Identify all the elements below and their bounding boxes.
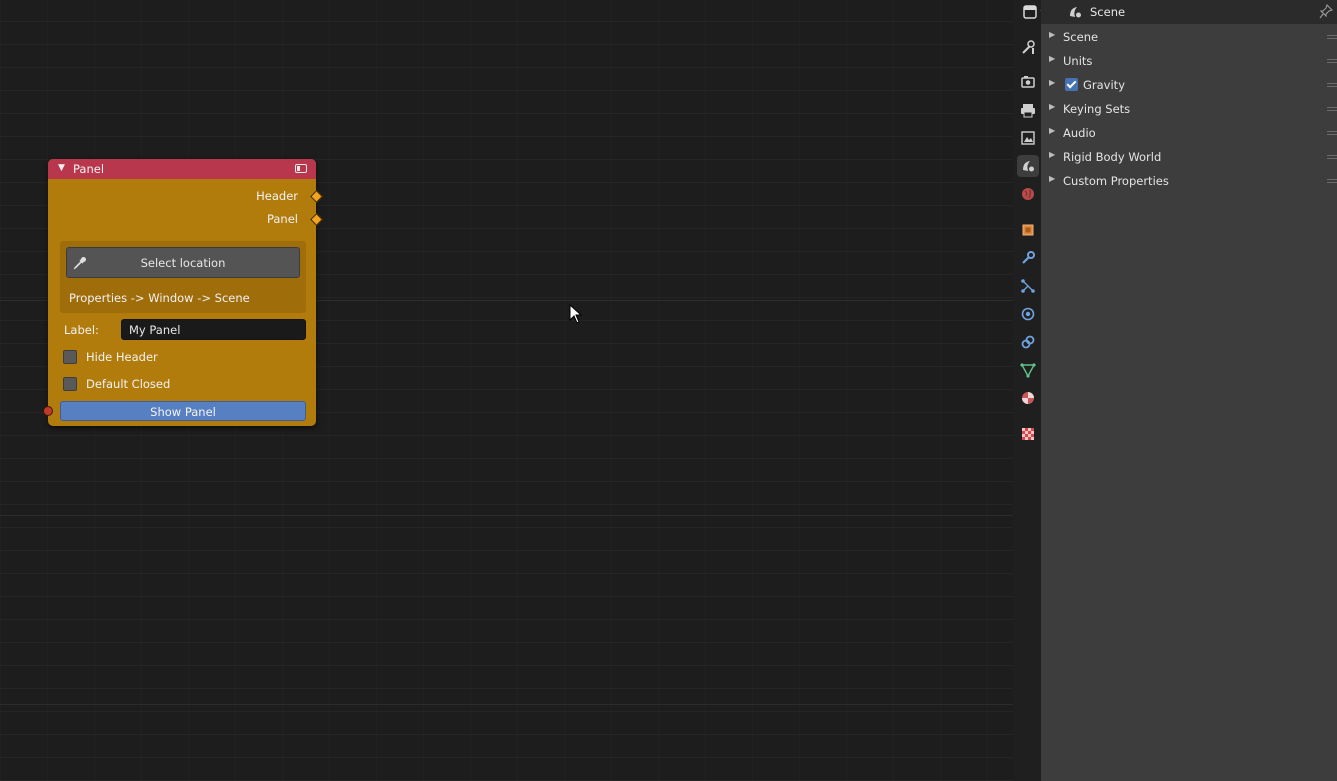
section-gravity[interactable]: ▶ Gravity: [1041, 74, 1337, 96]
input-socket[interactable]: [43, 406, 53, 416]
hide-header-label: Hide Header: [86, 350, 158, 364]
properties-header: Scene: [1041, 0, 1337, 24]
output-label-panel: Panel: [266, 212, 298, 226]
context-breadcrumb: Scene: [1090, 5, 1126, 19]
render-icon[interactable]: [1017, 71, 1039, 93]
section-label: Scene: [1063, 30, 1099, 44]
drag-grip-icon[interactable]: [1327, 57, 1337, 63]
default-closed-checkbox[interactable]: [63, 377, 77, 391]
section-custom-properties[interactable]: ▶ Custom Properties: [1041, 170, 1337, 192]
scene-icon[interactable]: [1017, 155, 1039, 177]
section-label: Keying Sets: [1063, 102, 1131, 116]
output-socket-header[interactable]: [310, 190, 323, 203]
panel-node[interactable]: ▼ Panel Header Panel Select location Pro…: [43, 159, 323, 426]
section-label: Custom Properties: [1063, 174, 1169, 188]
node-title: Panel: [73, 162, 105, 176]
mouse-cursor-icon: [569, 304, 583, 324]
section-keying-sets[interactable]: ▶ Keying Sets: [1041, 98, 1337, 120]
section-label: Units: [1063, 54, 1093, 68]
expand-arrow-icon: ▶: [1049, 30, 1056, 39]
particles-icon[interactable]: [1017, 275, 1039, 297]
gravity-checkbox[interactable]: [1065, 78, 1078, 91]
output-icon[interactable]: [1017, 99, 1039, 121]
default-closed-label: Default Closed: [86, 377, 171, 391]
properties-panel: Scene ▶ Scene ▶ Units ▶ Gravity ▶ Keying…: [1041, 0, 1337, 781]
drag-grip-icon[interactable]: [1327, 153, 1337, 159]
section-label: Rigid Body World: [1063, 150, 1162, 164]
node-header[interactable]: ▼ Panel: [48, 159, 316, 179]
output-socket-panel[interactable]: [310, 213, 323, 226]
expand-arrow-icon: ▶: [1049, 150, 1056, 159]
object-icon[interactable]: [1017, 219, 1039, 241]
section-units[interactable]: ▶ Units: [1041, 50, 1337, 72]
section-label: Gravity: [1083, 78, 1126, 92]
context-scene-icon: [1070, 7, 1081, 18]
modifier-icon[interactable]: [1017, 247, 1039, 269]
select-location-label: Select location: [140, 256, 226, 270]
expand-arrow-icon: ▶: [1049, 102, 1056, 111]
hide-header-checkbox[interactable]: [63, 350, 77, 364]
collapse-triangle-icon[interactable]: ▼: [58, 163, 65, 173]
canvas-grid-line: [0, 515, 1013, 516]
drag-grip-icon[interactable]: [1327, 81, 1337, 87]
constraints-icon[interactable]: [1017, 331, 1039, 353]
drag-grip-icon[interactable]: [1327, 129, 1337, 135]
section-label: Audio: [1063, 126, 1096, 140]
material-icon[interactable]: [1017, 387, 1039, 409]
output-label-header: Header: [256, 189, 298, 203]
tool-icon[interactable]: [1017, 36, 1039, 58]
expand-arrow-icon: ▶: [1049, 54, 1056, 63]
canvas-grid-line: [0, 704, 1013, 705]
section-rigid-body-world[interactable]: ▶ Rigid Body World: [1041, 146, 1337, 168]
expand-arrow-icon: ▶: [1049, 174, 1056, 183]
world-icon[interactable]: [1017, 183, 1039, 205]
section-scene[interactable]: ▶ Scene: [1041, 26, 1337, 48]
node-hide-icon[interactable]: [295, 164, 307, 173]
label-caption: Label:: [64, 323, 99, 337]
view-layer-icon[interactable]: [1017, 127, 1039, 149]
drag-grip-icon[interactable]: [1327, 33, 1337, 39]
expand-arrow-icon: ▶: [1049, 78, 1056, 87]
data-icon[interactable]: [1017, 359, 1039, 381]
section-audio[interactable]: ▶ Audio: [1041, 122, 1337, 144]
select-location-button[interactable]: Select location: [66, 247, 300, 278]
show-panel-button[interactable]: Show Panel: [60, 401, 306, 421]
label-input[interactable]: My Panel: [121, 319, 306, 340]
drag-grip-icon[interactable]: [1327, 177, 1337, 183]
drag-grip-icon[interactable]: [1327, 105, 1337, 111]
pin-icon[interactable]: [1319, 4, 1333, 20]
node-editor-canvas[interactable]: ▼ Panel Header Panel Select location Pro…: [0, 0, 1013, 781]
physics-icon[interactable]: [1017, 303, 1039, 325]
texture-icon[interactable]: [1017, 423, 1039, 445]
location-path: Properties -> Window -> Scene: [69, 291, 250, 305]
expand-arrow-icon: ▶: [1049, 126, 1056, 135]
